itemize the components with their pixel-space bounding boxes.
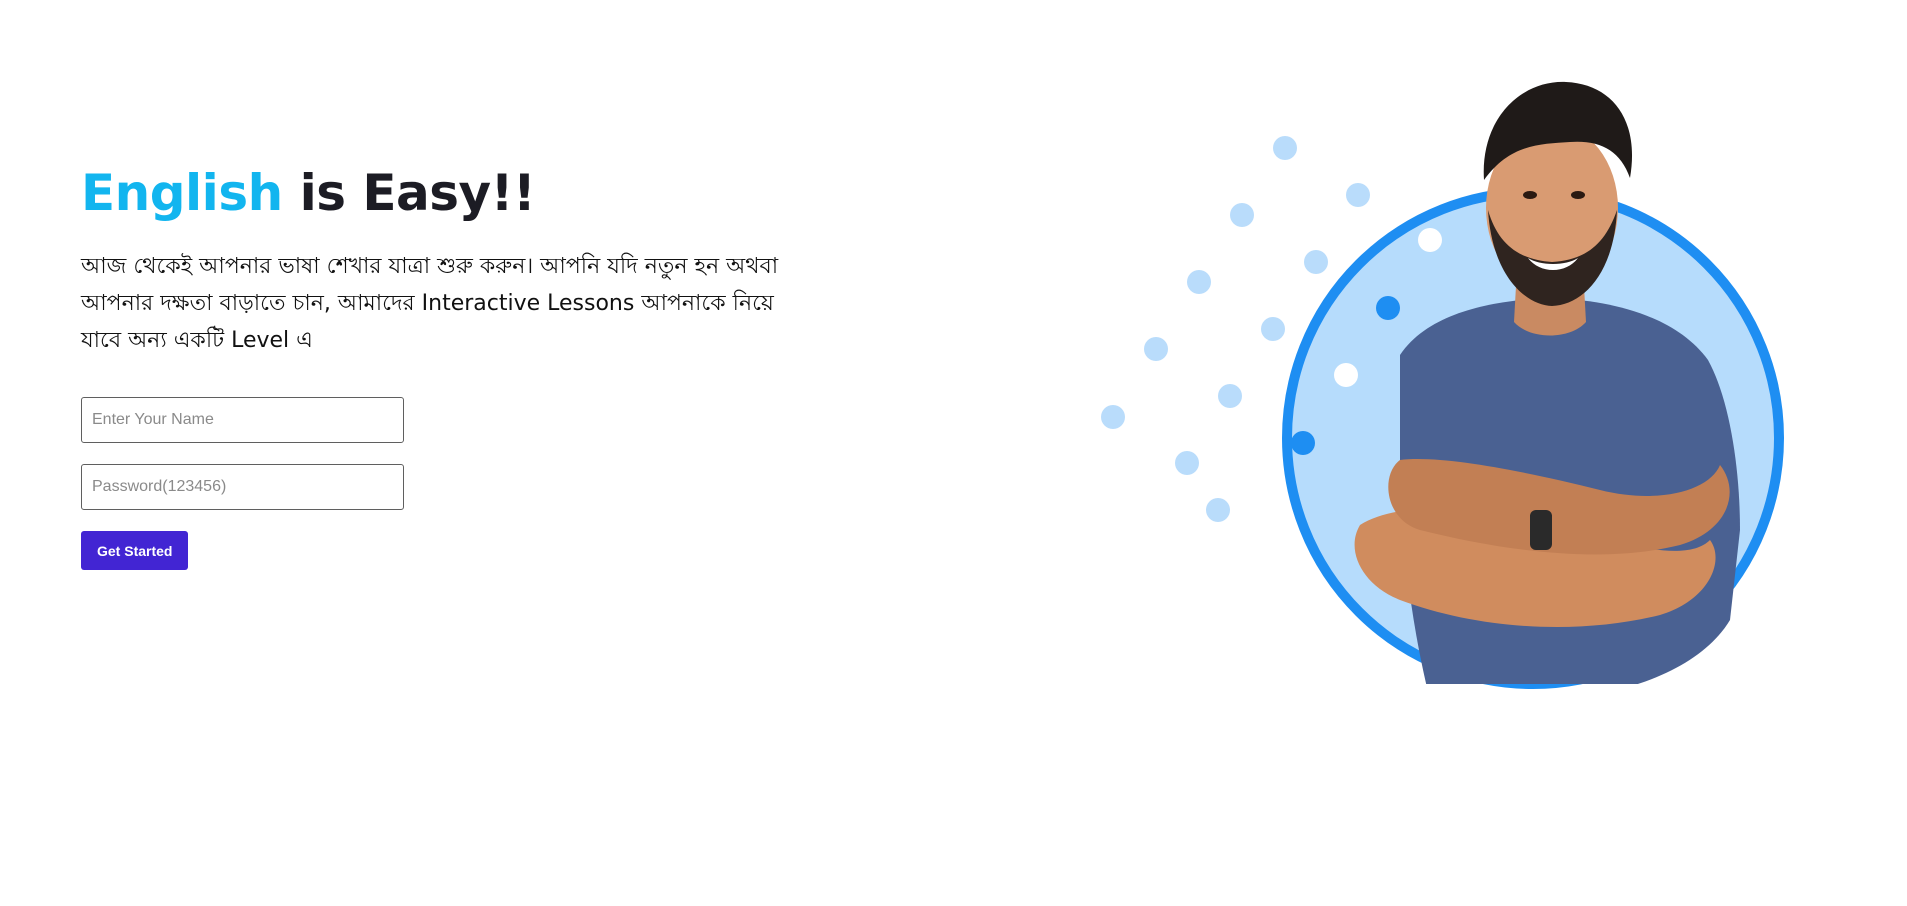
dot — [1206, 498, 1230, 522]
headline-rest: is Easy!! — [282, 164, 536, 222]
password-input[interactable] — [81, 464, 404, 510]
person-portrait-icon — [1101, 81, 1784, 689]
dot — [1218, 384, 1242, 408]
hero-section: English is Easy!! আজ থেকেই আপনার ভাষা শে… — [81, 160, 841, 570]
dot — [1334, 363, 1358, 387]
hero-illustration — [1100, 60, 1820, 700]
dot — [1304, 250, 1328, 274]
get-started-button[interactable]: Get Started — [81, 531, 189, 570]
dot — [1418, 228, 1442, 252]
person-figure — [1354, 81, 1740, 684]
hero-subtitle: আজ থেকেই আপনার ভাষা শেখার যাত্রা শুরু কর… — [81, 254, 779, 353]
dot — [1101, 405, 1125, 429]
name-input[interactable] — [81, 397, 404, 443]
headline-accent: English — [81, 164, 283, 222]
dot — [1291, 431, 1315, 455]
dot — [1175, 451, 1199, 475]
dot — [1346, 183, 1370, 207]
dot — [1376, 296, 1400, 320]
dot — [1273, 136, 1297, 160]
dot — [1144, 337, 1168, 361]
dot — [1261, 317, 1285, 341]
dot — [1230, 203, 1254, 227]
signup-form: Get Started — [81, 397, 841, 570]
landing-page: English is Easy!! আজ থেকেই আপনার ভাষা শে… — [0, 0, 1907, 906]
page-title: English is Easy!! — [81, 160, 841, 226]
dot — [1187, 270, 1211, 294]
